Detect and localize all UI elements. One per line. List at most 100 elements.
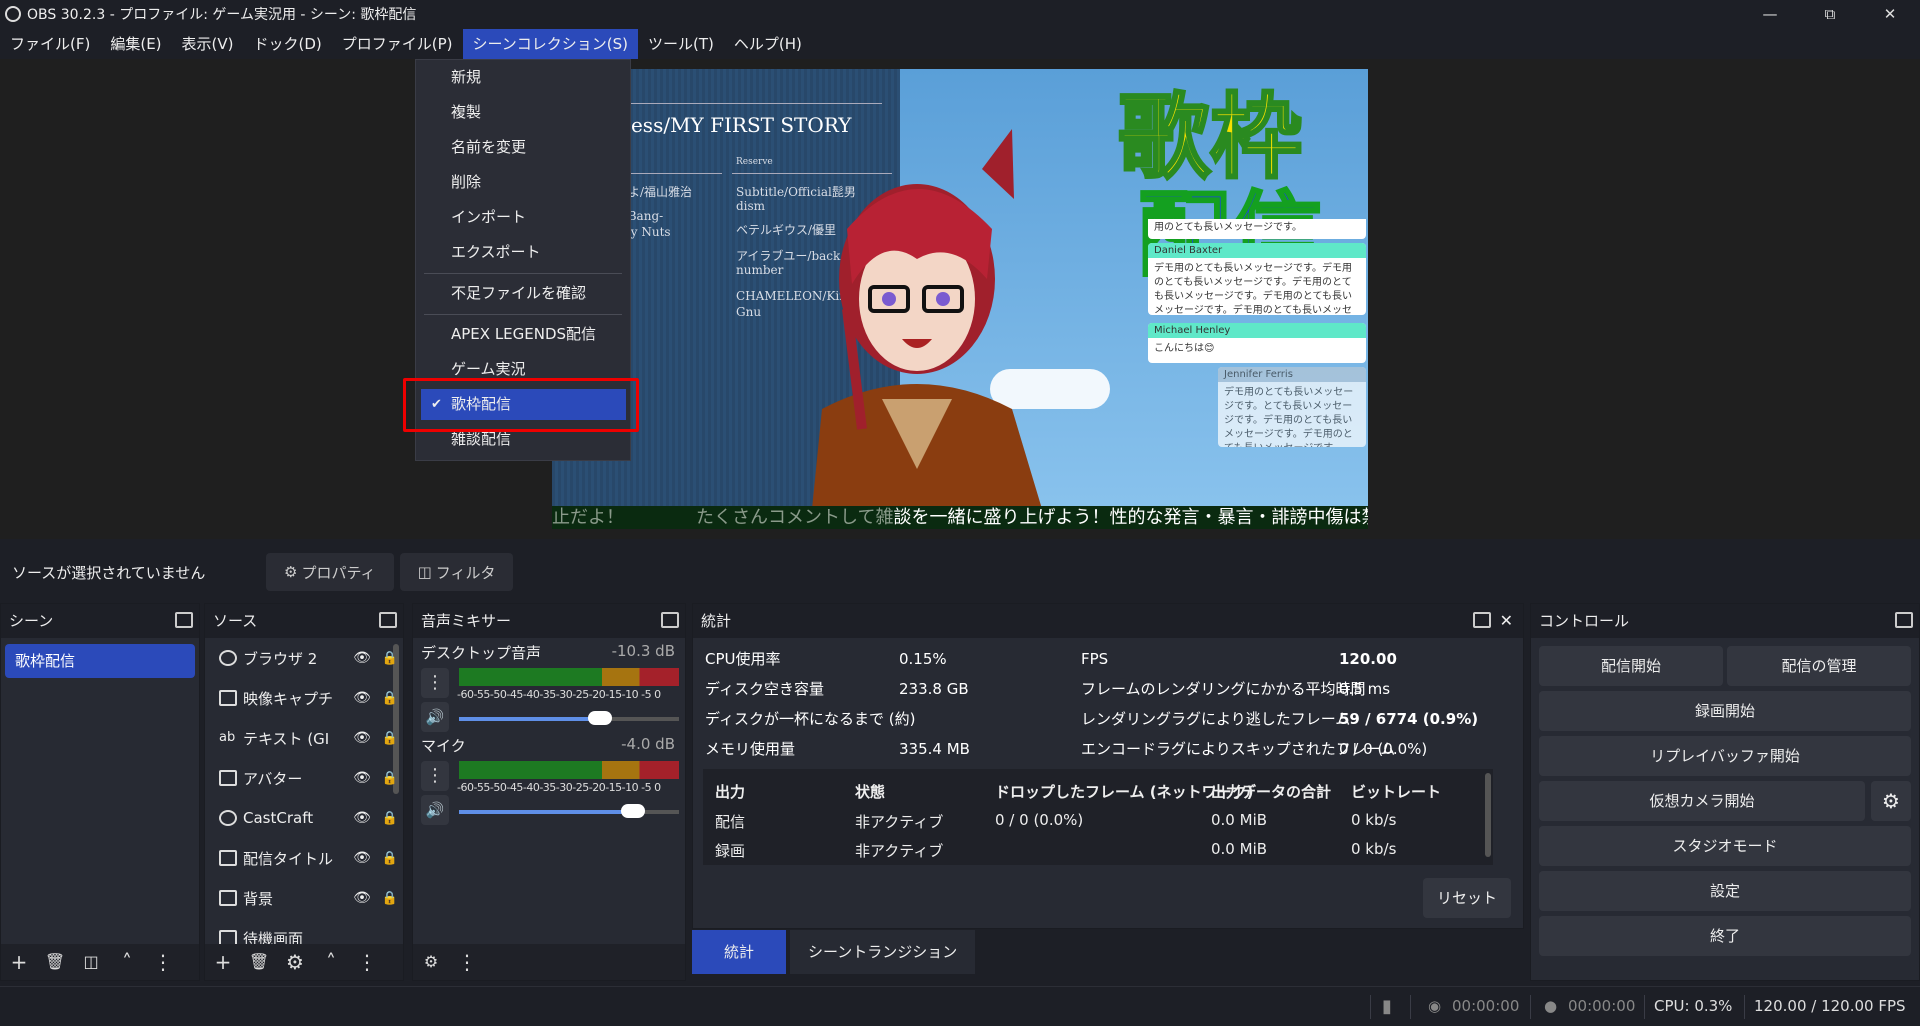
close-icon[interactable]: ✕ xyxy=(1860,0,1920,28)
source-item[interactable]: ab テキスト (GI 👁 🔒 xyxy=(205,718,403,758)
source-item[interactable]: 映像キャプチ 👁 🔒 xyxy=(205,678,403,718)
eye-icon[interactable]: 👁 xyxy=(351,730,373,746)
more-icon[interactable]: ⋮ xyxy=(421,761,449,791)
start-replay-buffer-button[interactable]: リプレイバッファ開始 xyxy=(1539,736,1911,776)
undock-icon[interactable] xyxy=(175,612,193,628)
undock-icon[interactable] xyxy=(661,612,679,628)
source-item[interactable]: CastCraft 👁 🔒 xyxy=(205,798,403,838)
gear-icon[interactable]: ⚙ xyxy=(1871,781,1911,821)
stream-preview[interactable]: mess/MY FIRST STORY Reserve うよ/福山雅治 g-Ba… xyxy=(552,69,1368,529)
menu-bar: ファイル(F) 編集(E) 表示(V) ドック(D) プロファイル(P) シーン… xyxy=(0,29,1920,59)
speaker-icon[interactable]: 🔊 xyxy=(421,795,449,825)
eye-icon[interactable]: 👁 xyxy=(351,810,373,826)
menu-separator xyxy=(424,273,622,274)
tab-scene-transitions[interactable]: シーントランジション xyxy=(790,930,976,974)
properties-button[interactable]: ⚙ プロパティ xyxy=(266,553,394,591)
table-cell: 0 kb/s xyxy=(1351,840,1397,858)
stat-label: FPS xyxy=(1081,650,1109,668)
add-icon[interactable]: + xyxy=(1,946,37,978)
minimize-icon[interactable]: — xyxy=(1740,0,1800,28)
lock-icon[interactable]: 🔒 xyxy=(379,731,401,746)
menu-item-export[interactable]: エクスポート xyxy=(417,237,629,268)
stat-value: 120.00 xyxy=(1339,650,1397,668)
menu-item-new[interactable]: 新規 xyxy=(417,62,629,93)
lock-icon[interactable]: 🔒 xyxy=(379,891,401,906)
lock-icon[interactable]: 🔒 xyxy=(379,691,401,706)
close-icon[interactable]: ✕ xyxy=(1500,604,1513,638)
menu-item-rename[interactable]: 名前を変更 xyxy=(417,132,629,163)
dock-title: コントロール xyxy=(1539,612,1630,630)
chat-text: こんにちは😊 xyxy=(1154,343,1215,354)
lock-icon[interactable]: 🔒 xyxy=(379,811,401,826)
stream-timer: 00:00:00 xyxy=(1452,997,1520,1015)
chat-message: Daniel Baxter デモ用のとても長いメッセージです。デモ用のとても長い… xyxy=(1148,243,1366,315)
trash-icon[interactable]: 🗑 xyxy=(241,946,277,978)
more-icon[interactable]: ⋮ xyxy=(349,946,385,978)
undock-icon[interactable] xyxy=(379,612,397,628)
volume-slider-knob[interactable] xyxy=(587,711,612,725)
image-icon xyxy=(219,770,237,786)
scrollbar[interactable] xyxy=(1485,773,1491,857)
menu-dock[interactable]: ドック(D) xyxy=(244,29,332,59)
undock-icon[interactable] xyxy=(1895,612,1913,628)
start-recording-button[interactable]: 録画開始 xyxy=(1539,691,1911,731)
gear-icon[interactable]: ⚙ xyxy=(413,946,449,978)
menu-item-delete[interactable]: 削除 xyxy=(417,167,629,198)
filters-button[interactable]: ◫ フィルタ xyxy=(399,553,514,591)
table-cell: 0.0 MiB xyxy=(1211,811,1268,829)
add-icon[interactable]: + xyxy=(205,946,241,978)
chat-message: 用のとても長いメッセージです。 xyxy=(1148,219,1366,239)
volume-slider-knob[interactable] xyxy=(620,804,645,818)
maximize-icon[interactable]: ⧉ xyxy=(1800,0,1860,28)
eye-icon[interactable]: 👁 xyxy=(351,850,373,866)
gear-icon[interactable]: ⚙ xyxy=(277,946,313,978)
eye-icon[interactable]: 👁 xyxy=(351,890,373,906)
exit-button[interactable]: 終了 xyxy=(1539,916,1911,956)
menu-tools[interactable]: ツール(T) xyxy=(638,29,724,59)
menu-file[interactable]: ファイル(F) xyxy=(0,29,100,59)
filter-icon[interactable]: ◫ xyxy=(73,946,109,978)
speaker-icon[interactable]: 🔊 xyxy=(421,702,449,732)
scene-item[interactable]: 歌枠配信 xyxy=(5,644,195,678)
source-name: 背景 xyxy=(243,889,274,908)
more-icon[interactable]: ⋮ xyxy=(449,946,485,978)
eye-icon[interactable]: 👁 xyxy=(351,650,373,666)
eye-icon[interactable]: 👁 xyxy=(351,690,373,706)
menu-view[interactable]: 表示(V) xyxy=(172,29,244,59)
menu-item-apex[interactable]: APEX LEGENDS配信 xyxy=(417,319,629,350)
comment-ticker: 止だよ！ たくさんコメントして雑談を一緒に盛り上げよう！性的な発言・暴言・誹謗中… xyxy=(552,506,1368,529)
menu-help[interactable]: ヘルプ(H) xyxy=(724,29,812,59)
lock-icon[interactable]: 🔒 xyxy=(379,651,401,666)
menu-scene-collection[interactable]: シーンコレクション(S) xyxy=(462,29,639,59)
eye-icon[interactable]: 👁 xyxy=(351,770,373,786)
source-item[interactable]: 背景 👁 🔒 xyxy=(205,878,403,918)
volume-slider[interactable] xyxy=(459,711,679,725)
more-icon[interactable]: ⋮ xyxy=(145,946,181,978)
menu-edit[interactable]: 編集(E) xyxy=(100,29,171,59)
more-icon[interactable]: ⋮ xyxy=(421,668,449,698)
studio-mode-button[interactable]: スタジオモード xyxy=(1539,826,1911,866)
settings-button[interactable]: 設定 xyxy=(1539,871,1911,911)
menu-profile[interactable]: プロファイル(P) xyxy=(332,29,463,59)
menu-item-duplicate[interactable]: 複製 xyxy=(417,97,629,128)
source-item[interactable]: ブラウザ 2 👁 🔒 xyxy=(205,638,403,678)
lock-icon[interactable]: 🔒 xyxy=(379,771,401,786)
tab-stats[interactable]: 統計 xyxy=(692,930,786,974)
manage-broadcast-button[interactable]: 配信の管理 xyxy=(1727,646,1911,686)
start-virtual-camera-button[interactable]: 仮想カメラ開始 xyxy=(1539,781,1865,821)
menu-item-import[interactable]: インポート xyxy=(417,202,629,233)
source-item[interactable]: アバター 👁 🔒 xyxy=(205,758,403,798)
dock-title: シーン xyxy=(9,612,54,630)
source-item[interactable]: 配信タイトル 👁 🔒 xyxy=(205,838,403,878)
chevron-up-icon[interactable]: ˄ xyxy=(313,946,349,978)
start-streaming-button[interactable]: 配信開始 xyxy=(1539,646,1723,686)
trash-icon[interactable]: 🗑 xyxy=(37,946,73,978)
volume-slider[interactable] xyxy=(459,804,679,818)
filter-icon: ◫ xyxy=(417,563,432,581)
reset-button[interactable]: リセット xyxy=(1423,878,1511,918)
chevron-up-icon[interactable]: ˄ xyxy=(109,946,145,978)
menu-item-check-missing[interactable]: 不足ファイルを確認 xyxy=(417,278,629,309)
lock-icon[interactable]: 🔒 xyxy=(379,851,401,866)
undock-icon[interactable] xyxy=(1473,612,1491,628)
volume-slider-fill xyxy=(459,717,600,721)
